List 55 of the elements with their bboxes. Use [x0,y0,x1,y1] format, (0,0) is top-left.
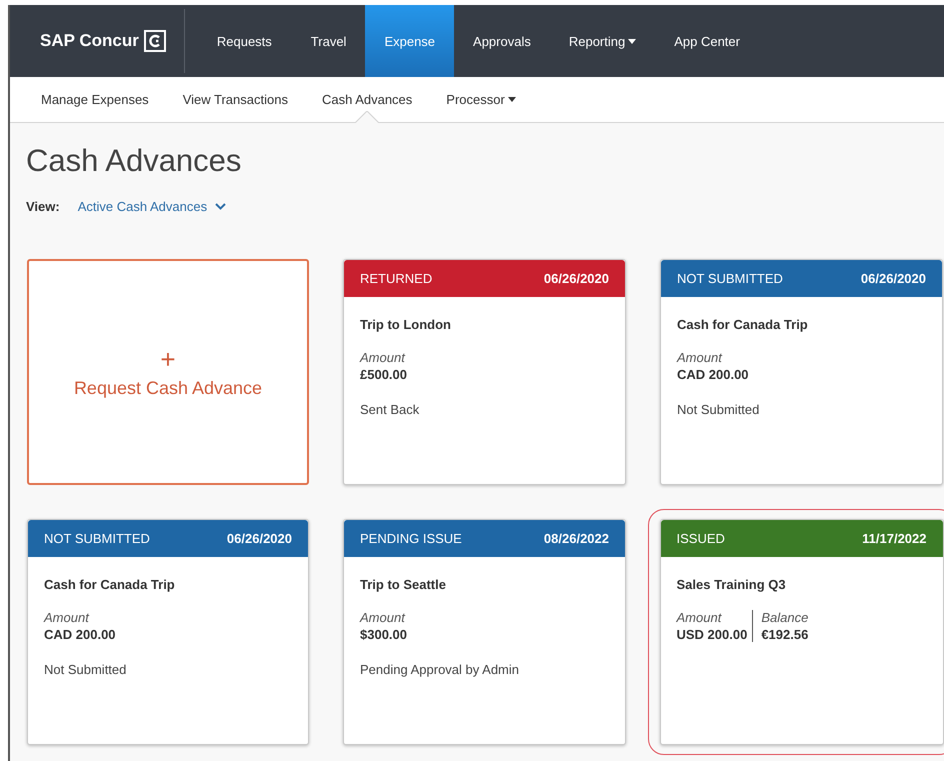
amount-value: €192.56 [761,626,808,642]
amount-value: $300.00 [360,627,407,642]
amount-value: £500.00 [360,367,407,382]
amount-label: Amount [360,610,406,625]
nav-tab[interactable]: Travel [292,5,366,77]
card-title: Sales Training Q3 [676,576,787,592]
card-title: Trip to London [360,317,452,332]
cash-advance-card[interactable]: NOT SUBMITTED 06/26/2020 Cash for Canada Trip Amount CAD 200.00 Not Submitted [27,519,309,745]
amount-value: CAD 200.00 [44,627,116,642]
chevron-down-icon [215,203,226,210]
nav-tab[interactable]: Approvals [454,5,550,77]
caret-icon [628,38,636,44]
status-label: ISSUED [676,530,725,546]
card-title: Cash for Canada Trip [44,577,176,592]
cash-advance-card[interactable]: PENDING ISSUE 08/26/2022 Trip to Seattle Amount $300.00 Pending Approval by Admin [343,519,626,745]
card-title: Trip to Seattle [360,577,447,592]
request-cash-advance-button[interactable]: + Request Cash Advance [27,259,309,485]
status-note: Sent Back [360,402,420,417]
logo-icon [144,30,166,52]
view-label: View: [26,199,60,214]
amount-label: Amount [676,610,723,624]
page-title: Cash Advances [26,143,242,179]
card-date: 06/26/2020 [226,531,292,546]
sub-nav-tab[interactable]: Cash Advances [304,77,430,122]
status-label: PENDING ISSUE [360,531,462,546]
cash-advance-card[interactable]: NOT SUBMITTED 06/26/2020 Cash for Canada Trip Amount CAD 200.00 Not Submitted [660,259,943,485]
amount-value: CAD 200.00 [677,367,749,382]
status-label: RETURNED [360,271,432,286]
nav-tab[interactable]: App Center [655,5,759,77]
nav-tab[interactable]: Reporting [550,5,656,77]
amount-label: Amount [677,350,724,365]
sub-nav-tab[interactable]: Manage Expenses [24,77,166,122]
status-note: Not Submitted [44,662,128,677]
status-note: Pending Approval by Admin [360,662,520,677]
amount-label: Balance [761,610,808,624]
cash-advance-card[interactable]: ISSUED 11/17/2022 Sales Training Q3 Amount USD 200.00 Balance €192.56 [660,518,944,744]
nav-tab[interactable]: Requests [196,5,292,77]
status-label: NOT SUBMITTED [44,531,150,546]
status-label: NOT SUBMITTED [677,271,783,286]
view-dropdown[interactable]: Active Cash Advances [78,199,226,214]
brand-name: SAP Concur [40,31,139,51]
sub-nav-tab[interactable]: View Transactions [166,77,305,122]
cash-advance-card[interactable]: RETURNED 06/26/2020 Trip to London Amount £500.00 Sent Back [343,259,626,485]
card-date: 08/26/2022 [544,531,609,546]
amount-label: Amount [44,610,90,625]
amount-label: Amount [360,350,406,365]
card-date: 06/26/2020 [860,271,926,286]
sub-nav-tab[interactable]: Processor [429,77,533,122]
card-date: 11/17/2022 [862,530,926,546]
caret-icon [508,97,516,102]
amount-value: USD 200.00 [676,626,748,642]
card-date: 06/26/2020 [544,271,609,286]
status-note: Not Submitted [677,402,760,417]
card-title: Cash for Canada Trip [677,317,809,332]
nav-tab[interactable]: Expense [365,5,454,77]
